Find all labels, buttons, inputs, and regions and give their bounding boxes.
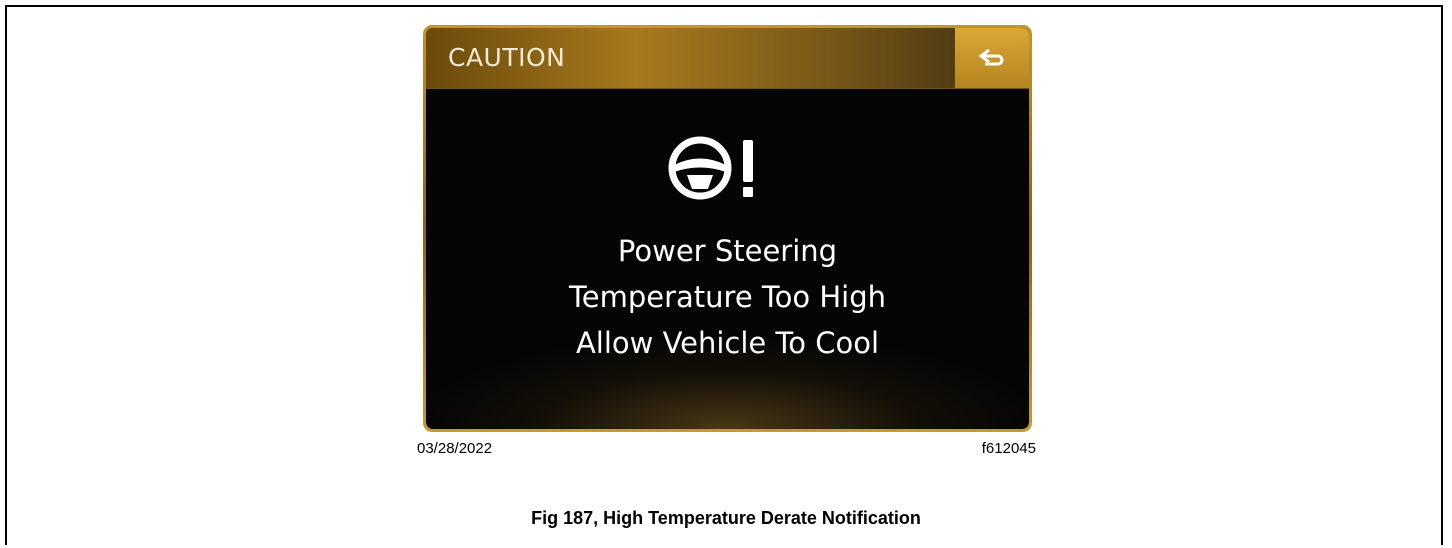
figure-id: f612045 xyxy=(981,440,1036,457)
figure-date: 03/28/2022 xyxy=(417,440,493,457)
message-line-1: Power Steering xyxy=(617,234,838,268)
steering-warning-icon-group xyxy=(667,134,791,202)
return-arrow-icon xyxy=(978,48,1004,66)
message-line-2: Temperature Too High xyxy=(568,280,887,314)
caution-message: Power Steering Temperature Too High Allo… xyxy=(426,228,1029,366)
display-screen: CAUTION Power Steering Temperature Too H… xyxy=(423,25,1032,432)
caution-header: CAUTION xyxy=(426,28,1029,89)
back-button[interactable] xyxy=(954,28,1029,88)
steering-wheel-warning-icon xyxy=(668,136,753,200)
figure-caption: Fig 187, High Temperature Derate Notific… xyxy=(531,508,921,528)
message-line-3: Allow Vehicle To Cool xyxy=(575,326,880,360)
header-title: CAUTION xyxy=(448,43,566,72)
display-screen-inner: CAUTION Power Steering Temperature Too H… xyxy=(426,28,1029,429)
